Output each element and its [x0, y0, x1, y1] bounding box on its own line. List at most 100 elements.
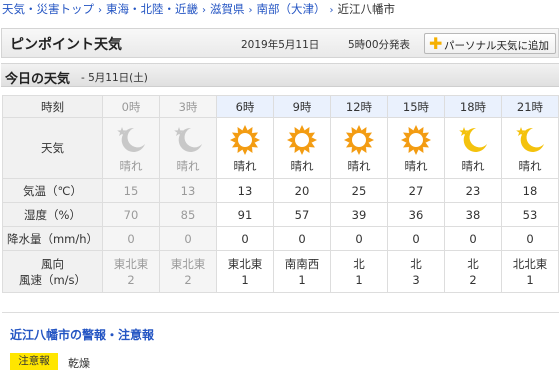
moon-icon	[516, 127, 544, 152]
sun-icon	[344, 125, 374, 155]
advisory-badge: 注意報	[10, 353, 58, 370]
wind-direction: 北	[410, 256, 422, 271]
temperature-cell: 20	[273, 178, 331, 203]
warnings-section: 近江八幡市の警報・注意報 注意報 乾燥	[2, 312, 559, 378]
moon-icon	[459, 127, 487, 152]
temperature-cell: 18	[501, 178, 559, 203]
temperature-row: 気温（℃） 15 13 13 20 25 27 23 18	[2, 178, 559, 203]
breadcrumb-separator: ›	[98, 5, 102, 16]
wind-cell: 北2	[444, 250, 502, 293]
precipitation-cell: 0	[444, 226, 502, 251]
precipitation-cell: 0	[102, 226, 160, 251]
time-cell: 0時	[102, 95, 160, 118]
forecast-date: 2019年5月11日	[241, 39, 320, 51]
wind-direction: 東北東	[227, 256, 263, 271]
weather-cell: 晴れ	[444, 117, 502, 179]
time-cell: 21時	[501, 95, 559, 118]
wind-speed: 2	[184, 272, 192, 287]
humidity-cell: 57	[273, 202, 331, 227]
warnings-title: 近江八幡市の警報・注意報	[10, 328, 155, 342]
precipitation-row: 降水量（mm/h） 00000000	[2, 226, 559, 251]
humidity-label: 湿度（%）	[2, 202, 103, 227]
wind-direction: 北	[353, 256, 365, 271]
weather-label: 天気	[2, 117, 103, 179]
wind-cell: 北3	[387, 250, 445, 293]
wind-cell: 東北東 1	[216, 250, 274, 293]
weather-text: 晴れ	[404, 159, 428, 173]
humidity-cell: 91	[216, 202, 274, 227]
weather-cell: 晴れ	[387, 117, 445, 179]
advisory-item: 乾燥	[68, 357, 90, 370]
sun-icon	[401, 125, 431, 155]
wind-direction: 南南西	[284, 256, 320, 271]
weather-text: 晴れ	[518, 159, 542, 173]
breadcrumb-separator: ›	[202, 5, 206, 16]
breadcrumb-tokai-hokuriku-kinki[interactable]: 東海・北陸・近畿	[106, 2, 198, 16]
weather-text: 晴れ	[347, 159, 371, 173]
today-weather-title: 今日の天気	[5, 72, 71, 87]
weather-text: 晴れ	[290, 159, 314, 173]
wind-direction: 北	[467, 256, 479, 271]
weather-cell: 晴れ	[102, 117, 160, 179]
temperature-cell: 13	[159, 178, 217, 203]
temperature-cell: 25	[330, 178, 388, 203]
wind-speed: 2	[127, 272, 135, 287]
wind-label: 風向 風速（m/s）	[2, 250, 103, 293]
wind-row: 風向 風速（m/s） 東北東 2 東北東 2 東北東 1 南南西 1 北 1 北 3 北 2 北北東 1	[2, 250, 559, 293]
today-weather-header: 今日の天気 - 5月11日(土)	[1, 63, 559, 87]
temperature-label: 気温（℃）	[2, 178, 103, 203]
humidity-cell: 53	[501, 202, 559, 227]
wind-direction: 東北東	[170, 256, 206, 271]
humidity-cell: 39	[330, 202, 388, 227]
temperature-cell: 27	[387, 178, 445, 203]
weather-row: 天気 晴れ 晴れ 晴れ 晴れ 晴れ 晴れ 晴れ 晴れ	[2, 117, 559, 179]
precipitation-cell: 0	[216, 226, 274, 251]
wind-direction: 東北東	[113, 256, 149, 271]
time-label: 時刻	[2, 95, 103, 118]
time-row: 時刻 0時 3時 6時 9時 12時 15時 18時 21時	[2, 95, 559, 118]
weather-cell: 晴れ	[216, 117, 274, 179]
breadcrumb: 天気・災害トップ › 東海・北陸・近畿 › 滋賀県 › 南部（大津） › 近江八幡市	[2, 1, 395, 17]
hourly-forecast-table: 時刻 0時 3時 6時 9時 12時 15時 18時 21時 天気 晴れ 晴れ 晴れ 晴れ 晴れ 晴れ 晴…	[2, 95, 559, 293]
weather-text: 晴れ	[461, 159, 485, 173]
wind-speed: 1	[355, 272, 363, 287]
wind-cell: 東北東 2	[159, 250, 217, 293]
weather-cell: 晴れ	[501, 117, 559, 179]
weather-cell: 晴れ	[273, 117, 331, 179]
breadcrumb-separator: ›	[248, 5, 253, 16]
humidity-cell: 38	[444, 202, 502, 227]
wind-cell: 北1	[330, 250, 388, 293]
weather-cell: 晴れ	[159, 117, 217, 179]
breadcrumb-shiga[interactable]: 滋賀県	[210, 2, 245, 16]
wind-direction-label: 風向	[41, 256, 64, 271]
temperature-cell: 23	[444, 178, 502, 203]
breadcrumb-separator: ›	[329, 5, 334, 16]
precipitation-cell: 0	[159, 226, 217, 251]
time-cell: 3時	[159, 95, 217, 118]
humidity-cell: 85	[159, 202, 217, 227]
issued-time: 5時00分発表	[348, 39, 411, 51]
pinpoint-title: ピンポイント天気	[10, 37, 122, 53]
precipitation-cell: 0	[273, 226, 331, 251]
wind-speed-label: 風速（m/s）	[18, 272, 87, 287]
wind-direction: 北北東	[512, 256, 548, 271]
wind-cell: 北北東 1	[501, 250, 559, 293]
wind-cell: 東北東 2	[102, 250, 160, 293]
time-cell: 18時	[444, 95, 502, 118]
wind-cell: 南南西 1	[273, 250, 331, 293]
time-cell: 6時	[216, 95, 274, 118]
humidity-cell: 70	[102, 202, 160, 227]
temperature-cell: 13	[216, 178, 274, 203]
moon-icon	[117, 127, 145, 152]
time-cell: 9時	[273, 95, 331, 118]
breadcrumb-weather-top[interactable]: 天気・災害トップ	[2, 2, 94, 16]
humidity-cell: 36	[387, 202, 445, 227]
precipitation-cell: 0	[501, 226, 559, 251]
humidity-row: 湿度（%） 70 85 91 57 39 36 38 53	[2, 202, 559, 227]
breadcrumb-nanbu-otsu[interactable]: 南部（大津）	[257, 2, 326, 16]
wind-speed: 1	[298, 272, 306, 287]
weather-text: 晴れ	[233, 159, 257, 173]
add-personal-weather-button[interactable]: ✚ パーソナル天気に追加	[424, 33, 556, 54]
weather-text: 晴れ	[176, 159, 200, 173]
breadcrumb-current: 近江八幡市	[337, 2, 396, 16]
